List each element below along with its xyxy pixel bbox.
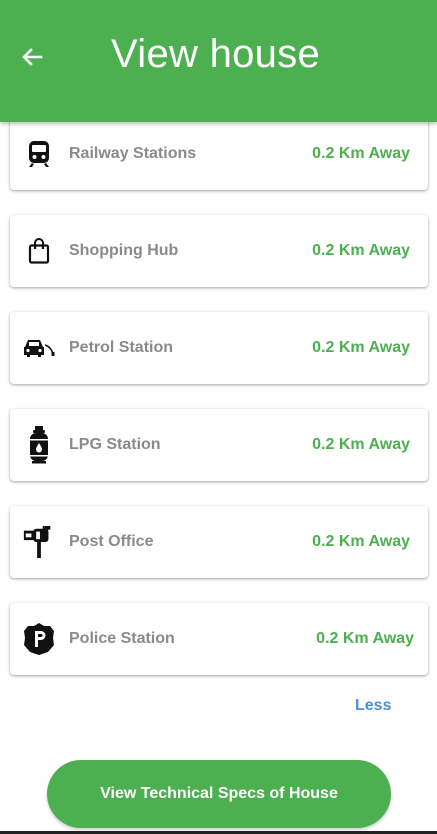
page-title: View house	[111, 32, 321, 76]
back-button[interactable]	[14, 40, 50, 74]
amenity-distance: 0.2 Km Away	[312, 145, 410, 162]
amenity-card-post-office[interactable]: Post Office 0.2 Km Away	[10, 506, 428, 578]
amenity-distance: 0.2 Km Away	[312, 242, 410, 259]
fuel-car-icon	[22, 328, 56, 368]
amenity-distance: 0.2 Km Away	[316, 630, 414, 647]
train-icon	[22, 134, 56, 174]
amenity-name: Police Station	[69, 630, 175, 647]
amenity-name: Post Office	[69, 533, 154, 550]
amenity-distance: 0.2 Km Away	[312, 533, 410, 550]
amenity-name: LPG Station	[69, 436, 161, 453]
amenity-card-petrol[interactable]: Petrol Station 0.2 Km Away	[10, 312, 428, 384]
amenity-card-lpg[interactable]: LPG Station 0.2 Km Away	[10, 409, 428, 481]
police-badge-icon	[22, 619, 56, 659]
app-bar: View house	[0, 0, 437, 122]
arrow-left-icon	[22, 48, 43, 66]
view-technical-specs-button[interactable]: View Technical Specs of House	[47, 760, 391, 828]
shopping-bag-icon	[22, 231, 56, 271]
mailbox-icon	[22, 522, 56, 562]
gas-cylinder-icon	[22, 425, 56, 465]
amenity-card-railway[interactable]: Railway Stations 0.2 Km Away	[10, 118, 428, 190]
less-link[interactable]: Less	[355, 697, 391, 715]
amenity-name: Railway Stations	[69, 145, 197, 162]
amenity-card-shopping[interactable]: Shopping Hub 0.2 Km Away	[10, 215, 428, 287]
amenity-name: Petrol Station	[69, 339, 174, 356]
amenity-card-police[interactable]: Police Station 0.2 Km Away	[10, 603, 428, 675]
view-house-screen: Railway Stations 0.2 Km Away Shopping Hu…	[0, 0, 437, 834]
amenity-name: Shopping Hub	[69, 242, 179, 259]
amenity-distance: 0.2 Km Away	[312, 436, 410, 453]
amenity-distance: 0.2 Km Away	[312, 339, 410, 356]
